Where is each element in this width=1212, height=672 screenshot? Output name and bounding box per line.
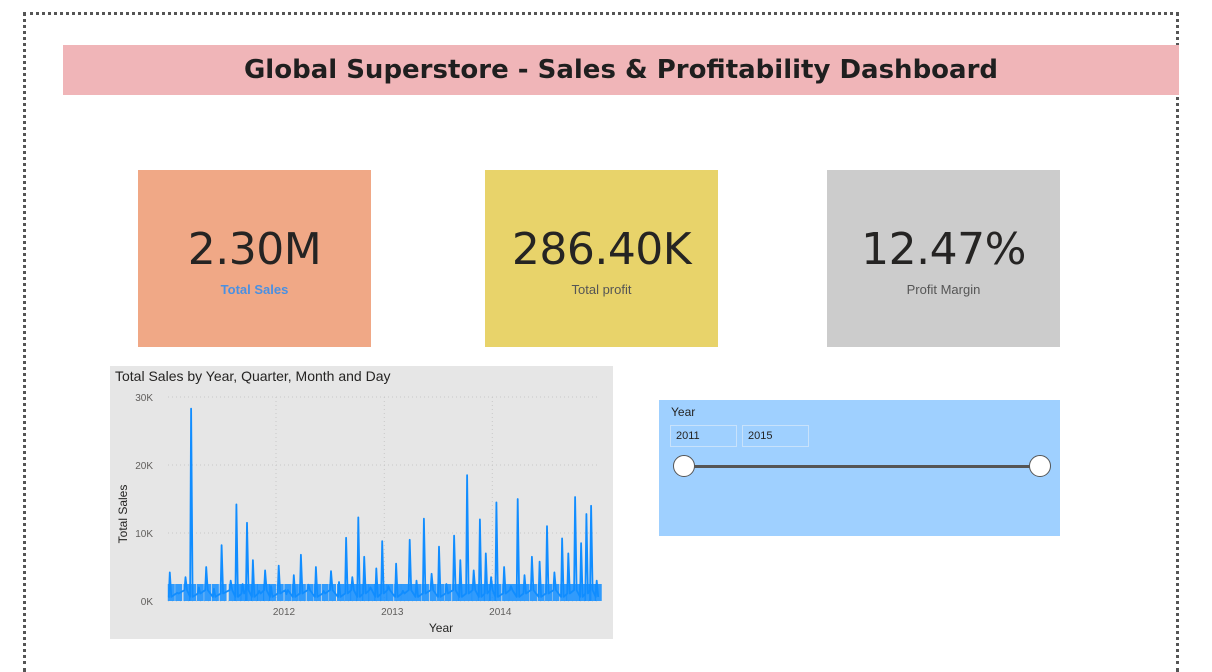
slider-start-handle[interactable] — [673, 455, 695, 477]
y-tick-label: 30K — [135, 393, 153, 404]
sales-noise-band — [313, 584, 321, 601]
sales-noise-band — [167, 584, 175, 601]
sales-noise-band — [414, 584, 422, 601]
sales-noise-band — [437, 584, 445, 601]
total-sales-label: Total Sales — [220, 282, 289, 297]
sales-noise-band — [471, 584, 479, 601]
sales-noise-band — [552, 584, 560, 601]
sales-noise-band — [515, 584, 523, 601]
x-axis-title: Year — [429, 621, 453, 635]
sales-noise-band — [362, 584, 370, 601]
sales-noise-band — [298, 584, 306, 601]
dashboard-title: Global Superstore - Sales & Profitabilit… — [63, 45, 1179, 95]
sales-line-chart[interactable]: Total Sales by Year, Quarter, Month and … — [110, 366, 613, 639]
total-profit-value: 286.40K — [511, 224, 692, 275]
sales-noise-band — [452, 584, 460, 601]
total-profit-label: Total profit — [571, 282, 632, 297]
sales-noise-band — [458, 584, 466, 601]
sales-noise-band — [508, 584, 516, 601]
sales-noise-band — [394, 584, 402, 601]
sales-noise-band — [175, 584, 183, 601]
sales-noise-band — [429, 584, 437, 601]
year-slicer[interactable]: Year 2011 2015 — [659, 400, 1060, 536]
sales-noise-band — [329, 584, 337, 601]
sales-noise-band — [522, 584, 530, 601]
y-tick-label: 20K — [135, 461, 153, 472]
sales-noise-band — [219, 584, 227, 601]
sales-noise-band — [284, 584, 292, 601]
sales-noise-band — [291, 584, 299, 601]
y-tick-label: 0K — [141, 597, 154, 608]
chart-plot: 30K 20K 10K 0K 2012 2013 2014 Year Total Sales — [116, 393, 602, 635]
slider-track[interactable] — [685, 465, 1041, 468]
total-sales-value: 2.30M — [187, 224, 322, 275]
x-tick-label: 2014 — [489, 607, 512, 618]
y-axis-title: Total Sales — [116, 485, 130, 544]
sales-noise-band — [234, 584, 242, 601]
sales-noise-band — [386, 584, 394, 601]
sales-noise-band — [494, 584, 502, 601]
slicer-start-input[interactable]: 2011 — [670, 425, 737, 447]
sales-noise-band — [537, 584, 545, 601]
sales-noise-band — [545, 584, 553, 601]
sales-noise-band — [337, 584, 345, 601]
sales-noise-band — [594, 584, 602, 601]
slider-end-handle[interactable] — [1029, 455, 1051, 477]
sales-noise-band — [465, 584, 473, 601]
slicer-title: Year — [671, 405, 696, 419]
profit-margin-label: Profit Margin — [906, 282, 981, 297]
y-tick-label: 10K — [135, 529, 153, 540]
sales-noise-band — [400, 584, 408, 601]
sales-noise-band — [204, 584, 212, 601]
sales-noise-band — [189, 584, 197, 601]
sales-noise-band — [196, 584, 204, 601]
sales-noise-band — [502, 584, 510, 601]
sales-noise-band — [344, 584, 352, 601]
sales-noise-band — [560, 584, 568, 601]
sales-noise-band — [407, 584, 415, 601]
x-tick-label: 2012 — [273, 607, 296, 618]
sales-noise-band — [444, 584, 452, 601]
total-profit-card[interactable]: 286.40K Total profit — [485, 170, 718, 347]
sales-noise-band — [306, 584, 314, 601]
sales-noise-band — [321, 584, 329, 601]
slicer-end-input[interactable]: 2015 — [742, 425, 809, 447]
profit-margin-value: 12.47% — [861, 224, 1026, 275]
sales-noise-band — [529, 584, 537, 601]
sales-noise-band — [421, 584, 429, 601]
total-sales-card[interactable]: 2.30M Total Sales — [138, 170, 371, 347]
sales-noise-band — [566, 584, 574, 601]
profit-margin-card[interactable]: 12.47% Profit Margin — [827, 170, 1060, 347]
sales-noise-band — [276, 584, 284, 601]
sales-noise-band — [380, 584, 388, 601]
sales-noise-band — [268, 584, 276, 601]
x-tick-label: 2013 — [381, 607, 404, 618]
sales-noise-band — [250, 584, 258, 601]
sales-noise-band — [211, 584, 219, 601]
sales-line-series — [167, 407, 600, 598]
